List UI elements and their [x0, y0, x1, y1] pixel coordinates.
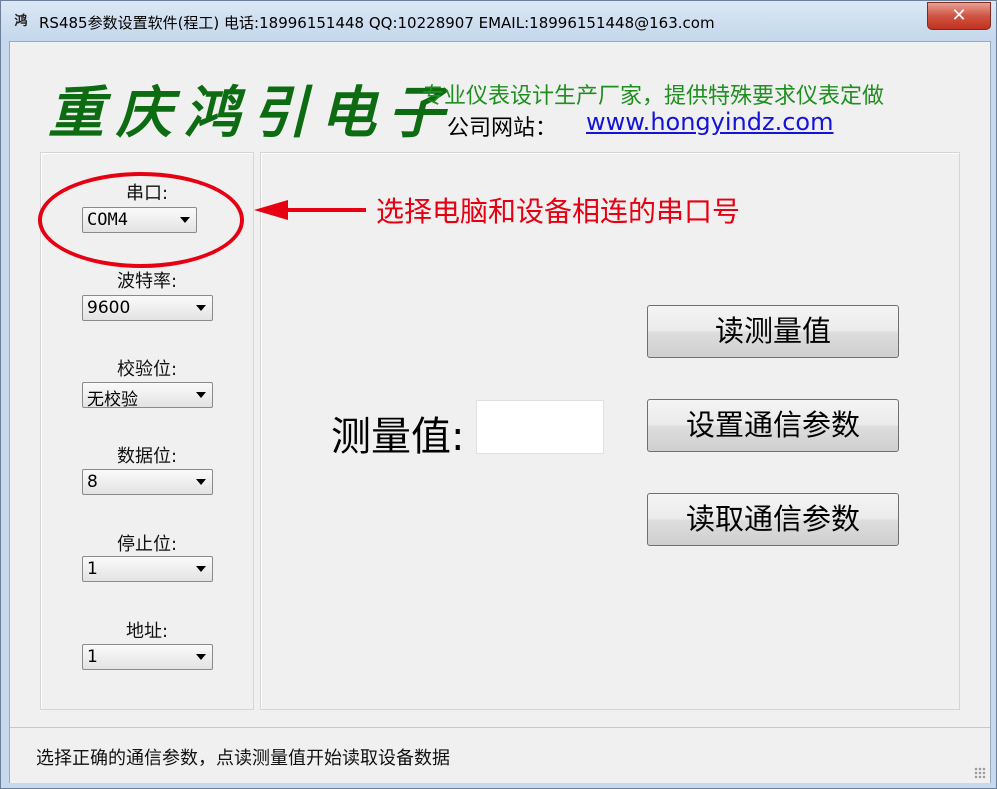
app-window: 鸿 RS485参数设置软件(程工) 电话:18996151448 QQ:1022…	[0, 0, 997, 789]
window-title: RS485参数设置软件(程工) 电话:18996151448 QQ:102289…	[39, 14, 715, 32]
annotation-arrow-line	[286, 208, 366, 212]
baud-value: 9600	[87, 298, 131, 318]
annotation-text: 选择电脑和设备相连的串口号	[376, 195, 741, 228]
client-area: 重庆鸿引电子 专业仪表设计生产厂家，提供特殊要求仪表定做 公司网站： www.h…	[9, 41, 991, 783]
databits-select[interactable]: 8	[82, 469, 213, 495]
databits-label: 数据位:	[116, 446, 178, 467]
annotation-ellipse	[38, 172, 244, 268]
measure-label: 测量值:	[331, 414, 465, 460]
brand-logo-text: 重庆鸿引电子	[48, 80, 456, 146]
status-text: 选择正确的通信参数，点读测量值开始读取设备数据	[36, 748, 450, 769]
address-select[interactable]: 1	[82, 644, 213, 670]
parity-value: 无校验	[87, 390, 138, 410]
chevron-down-icon	[196, 566, 206, 572]
read-measure-button[interactable]: 读测量值	[647, 305, 899, 358]
stopbits-select[interactable]: 1	[82, 556, 213, 582]
databits-value: 8	[87, 472, 98, 492]
title-bar[interactable]: 鸿 RS485参数设置软件(程工) 电话:18996151448 QQ:1022…	[1, 1, 996, 41]
set-params-button[interactable]: 设置通信参数	[647, 399, 899, 452]
stopbits-label: 停止位:	[116, 534, 178, 555]
address-value: 1	[87, 647, 98, 667]
website-label: 公司网站：	[447, 116, 558, 141]
stopbits-value: 1	[87, 559, 98, 579]
app-logo-icon: 鸿	[14, 14, 28, 29]
slogan: 专业仪表设计生产厂家，提供特殊要求仪表定做	[422, 84, 885, 109]
parity-select[interactable]: 无校验	[82, 382, 213, 410]
resize-grip-icon[interactable]	[974, 767, 986, 779]
chevron-down-icon	[196, 654, 206, 660]
parity-label: 校验位:	[116, 359, 178, 380]
baud-select[interactable]: 9600	[82, 295, 213, 321]
address-label: 地址:	[125, 621, 169, 642]
annotation-arrow-icon	[254, 200, 288, 220]
baud-label: 波特率:	[116, 271, 178, 292]
close-button[interactable]: ✕	[927, 2, 991, 30]
chevron-down-icon	[196, 479, 206, 485]
chevron-down-icon	[196, 392, 206, 398]
measure-value-field[interactable]	[476, 400, 604, 454]
chevron-down-icon	[196, 305, 206, 311]
status-bar: 选择正确的通信参数，点读测量值开始读取设备数据	[10, 727, 990, 783]
read-params-button[interactable]: 读取通信参数	[647, 493, 899, 546]
website-link[interactable]: www.hongyindz.com	[586, 108, 833, 136]
